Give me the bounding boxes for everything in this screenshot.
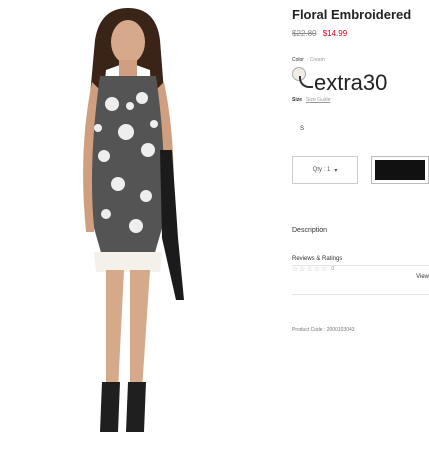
reviews-heading: Reviews & Ratings [292,256,343,262]
color-label: Color [292,57,304,63]
view-reviews-link[interactable]: View [416,274,429,280]
quantity-value: Qty : 1 [312,167,331,173]
product-info-panel: Floral Embroidered $22.80 $14.99 Color: … [292,0,429,447]
star-outline-icon: ☆☆☆☆☆ [292,266,329,273]
product-code: Product Code : 2000103043 [292,327,355,333]
add-to-bag-button[interactable] [371,156,429,184]
add-to-bag-button-fill [375,160,425,180]
price-row: $22.80 $14.99 [292,29,347,38]
product-photo [0,0,250,447]
description-tab[interactable]: Description [292,227,327,234]
product-title: Floral Embroidered [292,7,412,22]
size-option-s[interactable]: S [300,126,304,132]
model-photo-illustration [83,8,184,432]
original-price: $22.80 [292,29,317,38]
badge-arc-icon [299,76,313,88]
size-row: Size Size Guide [292,97,330,103]
chevron-down-icon: ▾ [334,167,338,174]
review-count: 0 [331,266,336,272]
promo-badge: extra30 [299,72,387,94]
rating-stars: ☆☆☆☆☆ 0 [292,265,335,273]
color-row: Color: Cream [292,57,325,63]
promo-code-text: extra30 [314,70,388,95]
quantity-select[interactable]: Qty : 1 ▾ [292,156,358,184]
size-guide-link[interactable]: Size Guide [306,97,330,103]
color-value: : Cream [306,57,325,63]
sale-price: $14.99 [322,29,348,38]
size-label: Size [292,97,303,103]
